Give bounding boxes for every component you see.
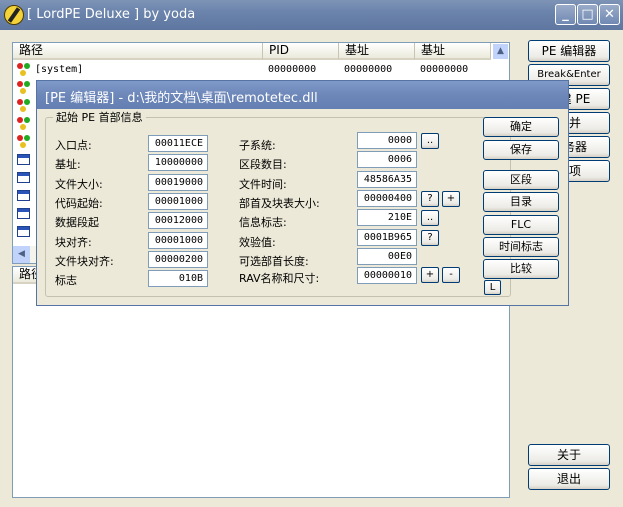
ok-button[interactable]: 确定 — [483, 117, 559, 137]
column-header-path[interactable]: 路径 — [13, 43, 263, 60]
rva-sizes-field[interactable]: 00000010 — [357, 267, 417, 284]
about-button[interactable]: 关于 — [528, 444, 610, 466]
window-icon — [17, 208, 30, 219]
characteristics-field[interactable]: 210E — [357, 209, 417, 226]
pe-editor-dialog: [PE 编辑器] - d:\我的文档\桌面\remotetec.dll 起始 P… — [36, 80, 569, 306]
window-icon — [17, 172, 30, 183]
timestamp-button[interactable]: 时间标志 — [483, 237, 559, 257]
image-size-field[interactable]: 00019000 — [148, 174, 208, 191]
pe-editor-button[interactable]: PE 编辑器 — [528, 40, 610, 62]
app-icon — [4, 5, 24, 25]
exit-button[interactable]: 退出 — [528, 468, 610, 490]
window-icon — [17, 190, 30, 201]
process-icon — [17, 99, 31, 113]
number-of-sections-field[interactable]: 0006 — [357, 151, 417, 168]
number-of-sections-label: 区段数目: — [239, 158, 287, 171]
entry-point-label: 入口点: — [55, 139, 92, 152]
file-alignment-label: 文件块对齐: — [55, 255, 114, 268]
section-alignment-field[interactable]: 00001000 — [148, 232, 208, 249]
process-list-header: 路径 PID 基址 基址 — [13, 43, 491, 60]
characteristics-label: 信息标志: — [239, 216, 287, 229]
rva-sizes-label: RAV名称和尺寸: — [239, 272, 320, 285]
size-of-headers-plus-button[interactable]: + — [442, 191, 460, 207]
section-alignment-label: 块对齐: — [55, 236, 92, 249]
directories-button[interactable]: 目录 — [483, 192, 559, 212]
image-size-label: 文件大小: — [55, 178, 103, 191]
rva-sizes-plus-button[interactable]: + — [421, 267, 439, 283]
size-of-headers-help-button[interactable]: ? — [421, 191, 439, 207]
column-header-base[interactable]: 基址 — [339, 43, 415, 60]
sections-button[interactable]: 区段 — [483, 170, 559, 190]
process-base2: 00000000 — [420, 64, 469, 75]
close-button[interactable]: ✕ — [599, 4, 620, 25]
scroll-left-arrow[interactable]: ◀ — [13, 246, 30, 263]
table-row[interactable]: [system] 00000000 00000000 00000000 — [13, 61, 491, 79]
column-header-pid[interactable]: PID — [263, 43, 339, 60]
minimize-button[interactable]: _ — [555, 4, 576, 25]
image-base-field[interactable]: 10000000 — [148, 154, 208, 171]
base-of-code-label: 代码起始: — [55, 197, 103, 210]
magic-label: 标志 — [55, 274, 77, 287]
pe-editor-title: [PE 编辑器] - d:\我的文档\桌面\remotetec.dll — [45, 91, 318, 106]
window-title: [ LordPE Deluxe ] by yoda — [27, 7, 196, 22]
save-button[interactable]: 保存 — [483, 140, 559, 160]
base-of-data-label: 数据段起 — [55, 216, 99, 229]
base-of-data-field[interactable]: 00012000 — [148, 212, 208, 229]
file-alignment-field[interactable]: 00000200 — [148, 251, 208, 268]
pe-header-group-label: 起始 PE 首部信息 — [53, 109, 146, 125]
characteristics-browse-button[interactable]: .. — [421, 210, 439, 226]
base-of-code-field[interactable]: 00001000 — [148, 193, 208, 210]
subsystem-field[interactable]: 0000 — [357, 132, 417, 149]
l-button[interactable]: L — [484, 280, 501, 295]
flc-button[interactable]: FLC — [483, 215, 559, 235]
image-base-label: 基址: — [55, 158, 81, 171]
window-icon — [17, 226, 30, 237]
timestamp-label: 文件时间: — [239, 178, 287, 191]
main-titlebar[interactable]: [ LordPE Deluxe ] by yoda _ □ ✕ — [0, 0, 623, 30]
checksum-label: 效验值: — [239, 236, 276, 249]
process-base: 00000000 — [344, 64, 393, 75]
scroll-up-arrow[interactable]: ▲ — [492, 43, 509, 60]
process-icon — [17, 81, 31, 95]
rva-sizes-minus-button[interactable]: - — [442, 267, 460, 283]
magic-field[interactable]: 010B — [148, 270, 208, 287]
process-icon — [17, 117, 31, 131]
entry-point-field[interactable]: 00011ECE — [148, 135, 208, 152]
window-icon — [17, 154, 30, 165]
column-header-base2[interactable]: 基址 — [415, 43, 491, 60]
timestamp-field[interactable]: 48586A35 — [357, 171, 417, 188]
subsystem-label: 子系统: — [239, 139, 276, 152]
size-of-headers-label: 部首及块表大小: — [239, 197, 320, 210]
pe-editor-titlebar[interactable]: [PE 编辑器] - d:\我的文档\桌面\remotetec.dll — [37, 81, 568, 109]
maximize-button[interactable]: □ — [577, 4, 598, 25]
size-of-headers-field[interactable]: 00000400 — [357, 190, 417, 207]
process-path: [system] — [35, 64, 84, 75]
process-pid: 00000000 — [268, 64, 317, 75]
checksum-field[interactable]: 0001B965 — [357, 229, 417, 246]
subsystem-browse-button[interactable]: .. — [421, 133, 439, 149]
compare-button[interactable]: 比较 — [483, 259, 559, 279]
optional-header-size-field[interactable]: 00E0 — [357, 248, 417, 265]
process-icon — [17, 63, 31, 77]
process-icon — [17, 135, 31, 149]
checksum-help-button[interactable]: ? — [421, 230, 439, 246]
optional-header-size-label: 可选部首长度: — [239, 255, 309, 268]
